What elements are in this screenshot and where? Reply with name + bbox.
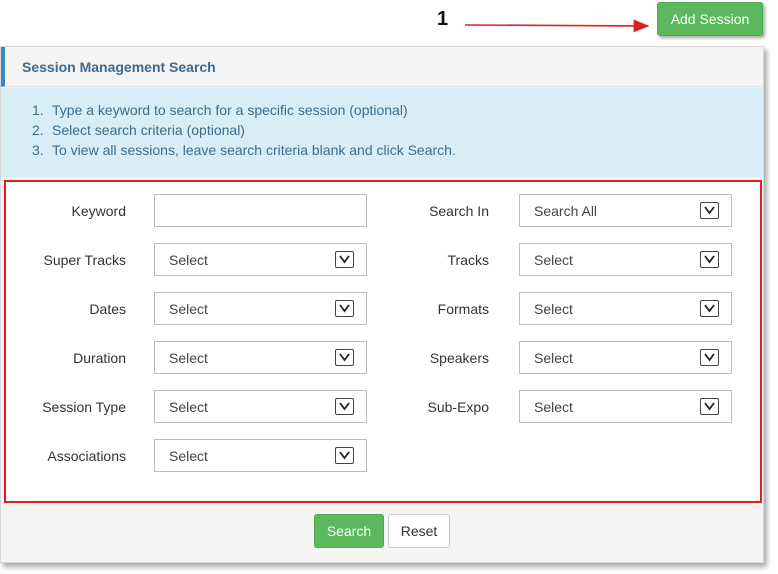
- chevron-down-icon: [700, 398, 719, 415]
- search-button[interactable]: Search: [314, 514, 384, 548]
- associations-label: Associations: [47, 448, 126, 464]
- chevron-down-icon: [700, 349, 719, 366]
- dates-select[interactable]: Select: [154, 292, 367, 325]
- search-criteria-form: Keyword Search In Search All Super Track…: [4, 180, 762, 503]
- formats-select[interactable]: Select: [519, 292, 732, 325]
- formats-label: Formats: [437, 301, 489, 317]
- sub-expo-select[interactable]: Select: [519, 390, 732, 423]
- instructions-list: 1. Type a keyword to search for a specifi…: [32, 100, 456, 160]
- chevron-down-icon: [700, 251, 719, 268]
- session-search-panel: Session Management Search 1. Type a keywo…: [0, 46, 764, 563]
- duration-label: Duration: [73, 350, 126, 366]
- chevron-down-icon: [335, 447, 354, 464]
- sub-expo-label: Sub-Expo: [427, 399, 489, 415]
- instruction-item: 2. Select search criteria (optional): [32, 122, 245, 138]
- keyword-label: Keyword: [71, 203, 126, 219]
- add-session-button[interactable]: Add Session: [657, 2, 763, 36]
- arrow-icon: [464, 19, 650, 33]
- duration-select[interactable]: Select: [154, 341, 367, 374]
- panel-heading: Session Management Search: [1, 47, 763, 87]
- form-actions: Search Reset: [1, 507, 763, 557]
- chevron-down-icon: [700, 300, 719, 317]
- super-tracks-label: Super Tracks: [43, 252, 126, 268]
- keyword-input[interactable]: [154, 194, 367, 227]
- super-tracks-select[interactable]: Select: [154, 243, 367, 276]
- speakers-label: Speakers: [429, 350, 489, 366]
- instruction-item: 1. Type a keyword to search for a specifi…: [32, 102, 408, 118]
- speakers-select[interactable]: Select: [519, 341, 732, 374]
- tracks-select[interactable]: Select: [519, 243, 732, 276]
- callout-number-1: 1: [437, 8, 449, 30]
- session-type-select[interactable]: Select: [154, 390, 367, 423]
- tracks-label: Tracks: [447, 252, 489, 268]
- instruction-item: 3. To view all sessions, leave search cri…: [32, 142, 456, 158]
- search-in-label: Search In: [429, 203, 489, 219]
- associations-select[interactable]: Select: [154, 439, 367, 472]
- chevron-down-icon: [700, 202, 719, 219]
- session-type-label: Session Type: [42, 399, 126, 415]
- search-in-select[interactable]: Search All: [519, 194, 732, 227]
- dates-label: Dates: [89, 301, 126, 317]
- reset-button[interactable]: Reset: [388, 514, 450, 548]
- instructions-box: 1. Type a keyword to search for a specifi…: [1, 88, 763, 177]
- panel-title: Session Management Search: [22, 59, 216, 75]
